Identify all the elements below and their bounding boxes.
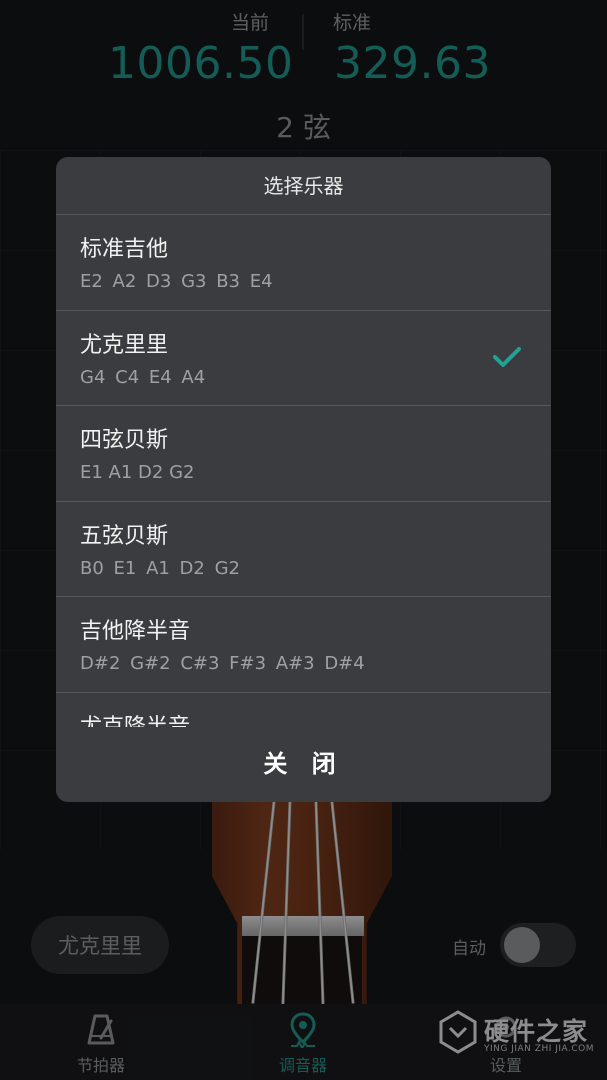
instrument-option-standard-guitar[interactable]: 标准吉他 E2 A2 D3 G3 B3 E4: [56, 215, 551, 311]
instrument-list[interactable]: 标准吉他 E2 A2 D3 G3 B3 E4 尤克里里 G4 C4 E4 A4 …: [56, 215, 551, 727]
checkmark-icon: [493, 346, 521, 372]
instrument-name: 尤克里里: [80, 332, 169, 358]
instrument-notes: E2 A2 D3 G3 B3 E4: [80, 271, 273, 292]
instrument-name: 吉他降半音: [80, 619, 191, 644]
instrument-name: 四弦贝斯: [80, 428, 169, 453]
instrument-name: 五弦贝斯: [80, 523, 169, 549]
instrument-name: 尤克降半音: [80, 714, 191, 728]
dialog-title: 选择乐器: [56, 157, 551, 215]
instrument-notes: D#2 G#2 C#3 F#3 A#3 D#4: [80, 653, 365, 674]
instrument-option-ukulele[interactable]: 尤克里里 G4 C4 E4 A4: [56, 311, 551, 406]
instrument-select-dialog: 选择乐器 标准吉他 E2 A2 D3 G3 B3 E4 尤克里里 G4 C4 E…: [56, 157, 551, 802]
instrument-option-guitar-half-step-down[interactable]: 吉他降半音 D#2 G#2 C#3 F#3 A#3 D#4: [56, 597, 551, 693]
instrument-notes: E1 A1 D2 G2: [80, 462, 195, 483]
instrument-option-ukulele-half-step-down[interactable]: 尤克降半音: [56, 693, 551, 728]
instrument-notes: G4 C4 E4 A4: [80, 366, 206, 388]
instrument-option-4-string-bass[interactable]: 四弦贝斯 E1 A1 D2 G2: [56, 406, 551, 502]
instrument-name: 标准吉他: [80, 237, 169, 262]
dialog-close-button[interactable]: 关 闭: [56, 727, 551, 802]
instrument-option-5-string-bass[interactable]: 五弦贝斯 B0 E1 A1 D2 G2: [56, 502, 551, 597]
instrument-notes: B0 E1 A1 D2 G2: [80, 557, 240, 579]
